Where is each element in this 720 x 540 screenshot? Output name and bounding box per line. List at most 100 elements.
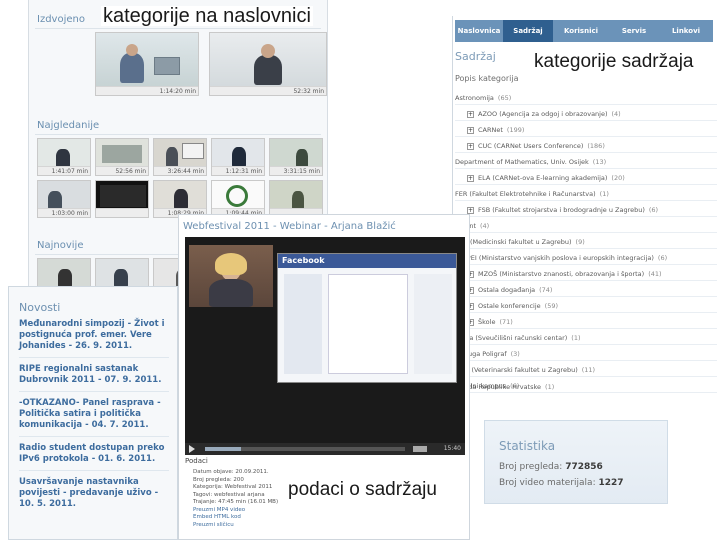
- category-item[interactable]: + Ostala događanja (74): [455, 284, 717, 297]
- featured-video-thumb[interactable]: 52:32 min: [209, 32, 327, 96]
- meta-row: Trajanje: 47:45 min (16.01 MB): [193, 499, 279, 505]
- video-thumb[interactable]: 52:56 min: [95, 138, 149, 176]
- category-label: ELA (CARNet-ova E-learning akademija): [478, 174, 608, 182]
- views-label: Broj pregleda:: [499, 462, 563, 472]
- category-label: ...ena (Sveučilišni računski centar): [455, 334, 568, 342]
- category-count: (13): [592, 158, 607, 166]
- category-label: Škole: [478, 318, 496, 326]
- video-thumb[interactable]: 3:26:44 min: [153, 138, 207, 176]
- download-thumbnail-link[interactable]: Preuzmi sličicu: [193, 522, 343, 530]
- video-title: Webfestival 2011 - Webinar - Arjana Blaž…: [183, 221, 396, 232]
- meta-row: Datum objave: 20.09.2011.: [193, 469, 269, 475]
- category-item[interactable]: + FSB (Fakultet strojarstva i brodogradnj…: [455, 204, 717, 217]
- category-item[interactable]: + Škole (71): [455, 316, 717, 329]
- home-categories-caption: kategorije na naslovnici: [101, 5, 313, 27]
- thumb-duration: 52:56 min: [115, 168, 146, 175]
- category-item[interactable]: ...VF (Veterinarski fakultet u Zagrebu)(…: [455, 364, 717, 377]
- video-thumb[interactable]: 1:03:00 min: [37, 180, 91, 218]
- video-thumb[interactable]: 3:31:15 min: [269, 138, 323, 176]
- video-thumb[interactable]: 1:12:31 min: [211, 138, 265, 176]
- category-label: MZOŠ (Ministarstvo znanosti, obrazovanja…: [478, 270, 645, 278]
- category-item[interactable]: ...ada Republike Hrvatske (1): [458, 380, 716, 393]
- views-value: 772856: [565, 462, 603, 472]
- category-count: (20): [611, 174, 625, 182]
- news-item[interactable]: RIPE regionalni sastanak Dubrovnik 2011 …: [19, 364, 169, 386]
- category-item[interactable]: ...ena (Sveučilišni računski centar) (1): [455, 332, 717, 345]
- news-item[interactable]: Radio student dostupan preko IPv6 protok…: [19, 443, 169, 465]
- category-label: AZOO (Agencija za odgoj i obrazovanje): [478, 110, 608, 118]
- category-label: Department of Mathematics, Univ. Osijek: [455, 158, 589, 166]
- category-label: FSB (Fakultet strojarstva i brodogradnje…: [478, 206, 645, 214]
- nav-tab-service[interactable]: Servis: [609, 20, 659, 42]
- download-video-link[interactable]: Preuzmi MP4 video: [193, 507, 343, 515]
- video-control-bar[interactable]: 15:40: [185, 443, 465, 455]
- category-label: Ostale konferencije: [478, 302, 541, 310]
- category-label: ...VF (Veterinarski fakultet u Zagrebu): [455, 366, 578, 374]
- news-item[interactable]: -OTKAZANO- Panel rasprava - Politička sa…: [19, 398, 169, 431]
- video-thumb[interactable]: [269, 180, 323, 218]
- category-count: (186): [587, 142, 605, 150]
- content-details-caption: podaci o sadržaju: [286, 479, 439, 500]
- video-time: 15:40: [443, 445, 461, 452]
- category-item[interactable]: FER (Fakultet Elektrotehnike i Računarst…: [455, 188, 717, 201]
- slide-site-name: Facebook: [282, 256, 325, 265]
- category-label: Astronomija: [455, 94, 494, 102]
- nav-tab-users[interactable]: Korisnici: [555, 20, 607, 42]
- expand-plus-icon[interactable]: +: [467, 126, 474, 134]
- category-item[interactable]: ...MPEI (Ministarstvo vanjskih poslova i…: [455, 252, 717, 265]
- nav-tab-content[interactable]: Sadržaj: [503, 20, 553, 42]
- video-thumb[interactable]: 1:08:29 min: [153, 180, 207, 218]
- speaker-video: [189, 245, 273, 307]
- category-count: (4): [611, 110, 621, 118]
- expand-plus-icon[interactable]: +: [467, 174, 474, 182]
- category-item[interactable]: ...UI (Medicinski fakultet u Zagrebu) (9): [455, 236, 717, 249]
- category-label: FER (Fakultet Elektrotehnike i Računarst…: [455, 190, 596, 198]
- video-thumb[interactable]: 1:09:44 min: [211, 180, 265, 218]
- expand-plus-icon[interactable]: +: [467, 206, 474, 214]
- videos-label: Broj video materijala:: [499, 478, 596, 488]
- content-heading: Sadržaj: [455, 50, 496, 63]
- video-player[interactable]: Facebook 15:40: [185, 237, 465, 455]
- statistics-title: Statistika: [499, 439, 556, 453]
- category-count: (1): [545, 382, 555, 391]
- category-count: (6): [657, 254, 668, 262]
- most-viewed-title: Najgledanije: [37, 120, 100, 131]
- video-thumb[interactable]: 1:41:07 min: [37, 138, 91, 176]
- thumb-duration: 1:12:31 min: [225, 168, 262, 175]
- category-item[interactable]: ...dent(4): [455, 220, 717, 233]
- news-item[interactable]: Međunarodni simpozij - Život i postignuć…: [19, 319, 169, 352]
- category-label: Ostala događanja: [478, 286, 536, 294]
- category-item[interactable]: ...druga Poligraf (3): [455, 348, 717, 361]
- category-label: ...MPEI (Ministarstvo vanjskih poslova i…: [455, 254, 654, 262]
- featured-title: Izdvojeno: [37, 14, 85, 25]
- category-item[interactable]: + Ostale konferencije (59): [455, 300, 717, 313]
- composite-screenshot: Izdvojeno 1:14:20 min 52:32 min Najgleda…: [0, 0, 720, 540]
- category-item[interactable]: + AZOO (Agencija za odgoj i obrazovanje)(…: [455, 108, 717, 121]
- category-count: (11): [581, 366, 596, 374]
- category-count: (65): [497, 94, 512, 102]
- category-item[interactable]: + CUC (CARNet Users Conference) (186): [455, 140, 717, 153]
- category-count: (9): [575, 238, 585, 246]
- news-panel: Novosti Međunarodni simpozij - Život i p…: [8, 286, 178, 540]
- featured-video-thumb[interactable]: 1:14:20 min: [95, 32, 199, 96]
- expand-plus-icon[interactable]: +: [467, 110, 474, 118]
- nav-tab-home[interactable]: Naslovnica: [455, 20, 503, 42]
- play-icon[interactable]: [189, 445, 195, 453]
- embed-code-link[interactable]: Embed HTML kod: [193, 514, 343, 522]
- thumb-duration: 52:32 min: [293, 88, 324, 95]
- thumb-duration: 1:41:07 min: [51, 168, 88, 175]
- video-thumb[interactable]: [95, 180, 149, 218]
- volume-icon[interactable]: [413, 446, 427, 452]
- category-count: (199): [506, 126, 525, 134]
- statistics-panel: Statistika Broj pregleda: 772856 Broj vi…: [484, 420, 668, 504]
- category-item[interactable]: + MZOŠ (Ministarstvo znanosti, obrazovanj…: [455, 268, 717, 281]
- nav-tab-links[interactable]: Linkovi: [661, 20, 711, 42]
- category-item[interactable]: + CARNet (199): [455, 124, 717, 137]
- category-item[interactable]: Astronomija (65): [455, 92, 717, 105]
- category-item[interactable]: Department of Mathematics, Univ. Osijek(…: [455, 156, 717, 169]
- category-item[interactable]: + ELA (CARNet-ova E-learning akademija) (2…: [455, 172, 717, 185]
- category-count: (3): [510, 350, 520, 358]
- news-item[interactable]: Usavršavanje nastavnika povijesti - pred…: [19, 477, 169, 510]
- expand-plus-icon[interactable]: +: [467, 142, 474, 150]
- seek-bar[interactable]: [205, 447, 405, 451]
